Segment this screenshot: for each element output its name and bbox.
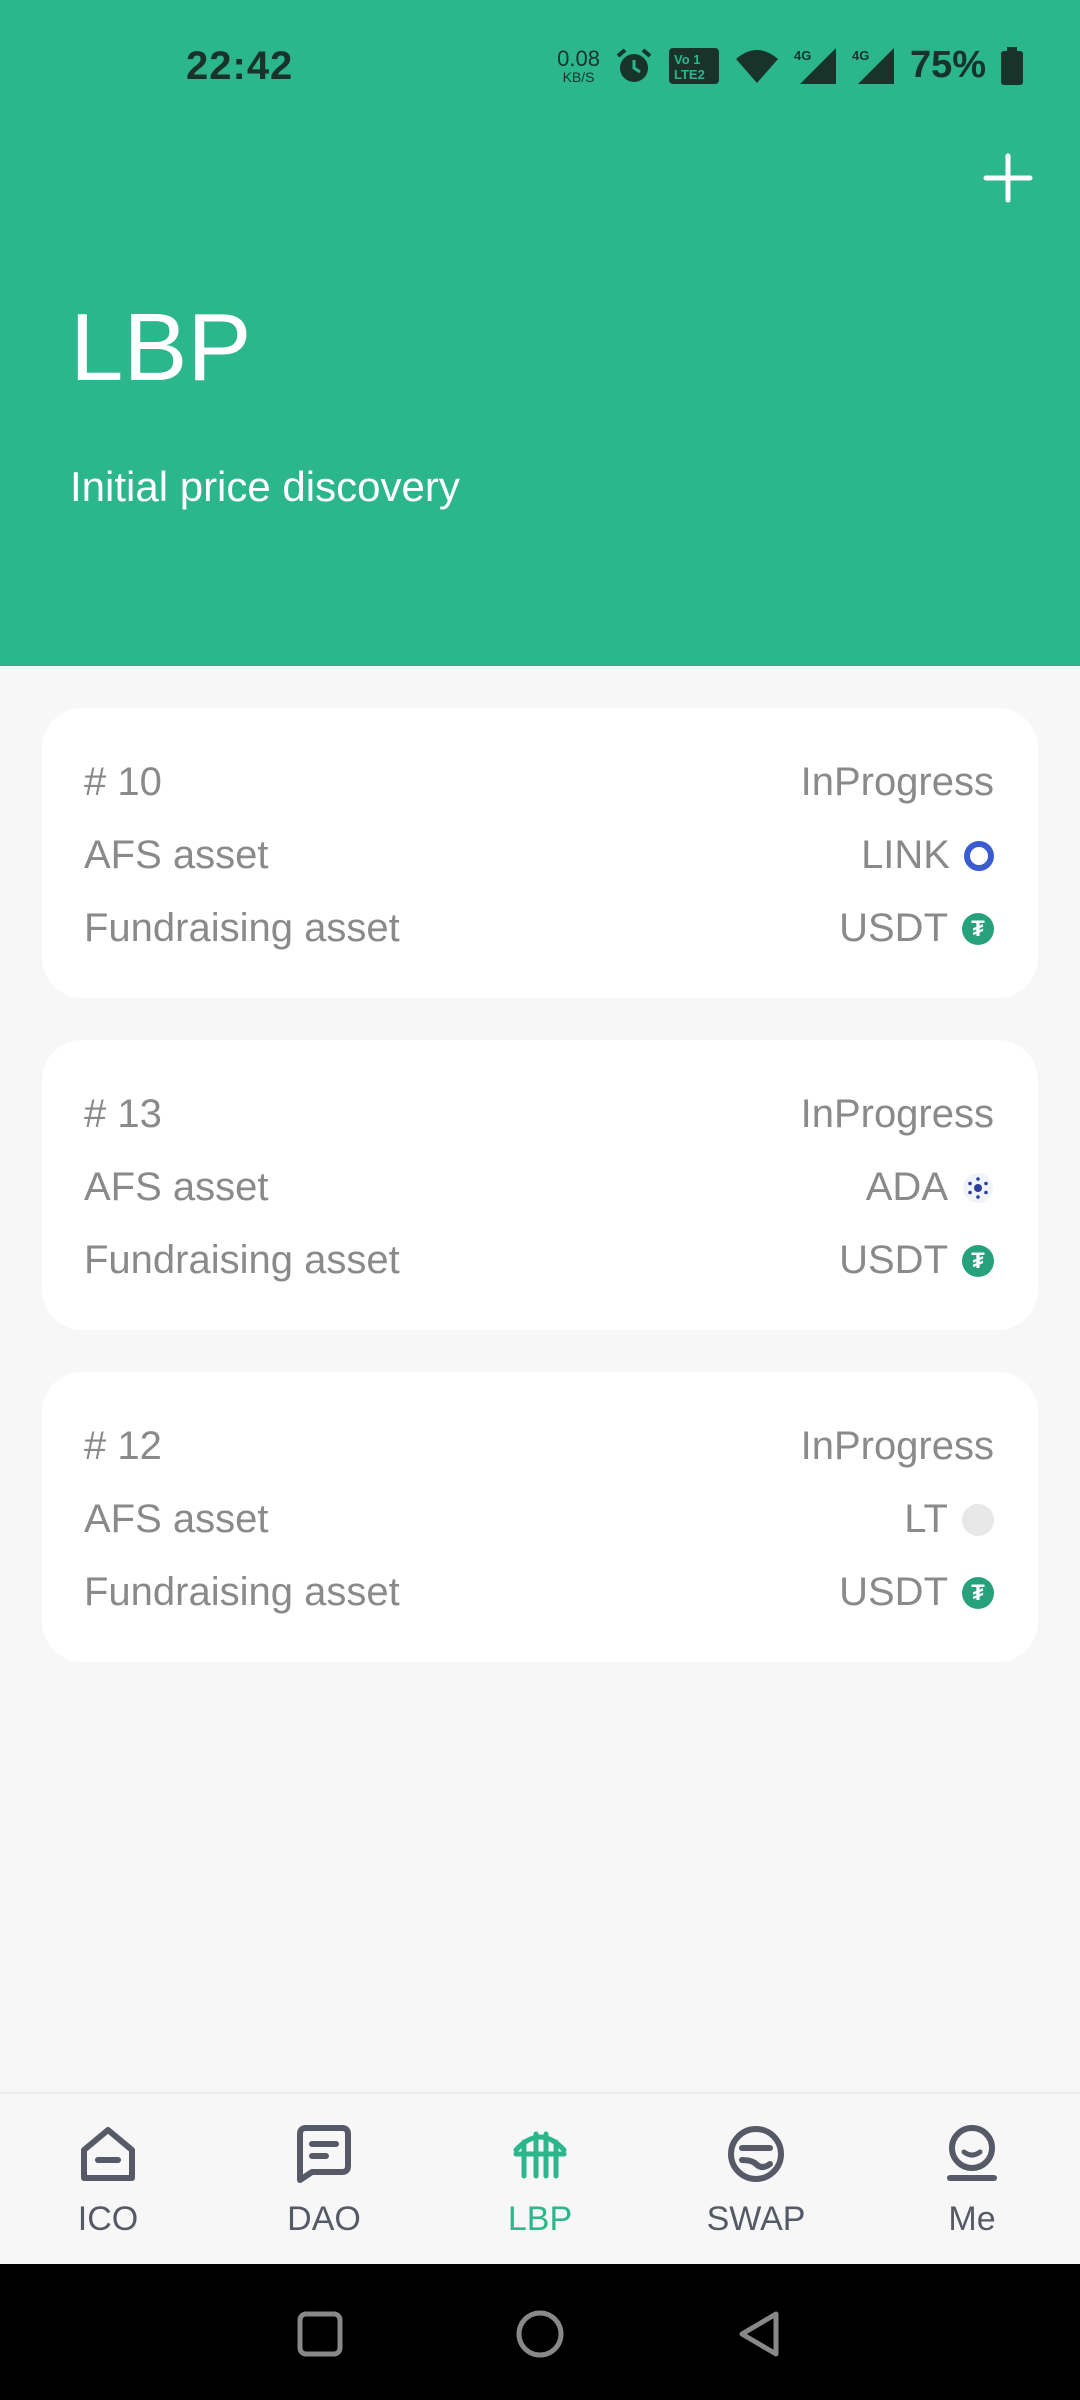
fundraising-asset-row: Fundraising asset USDT ₮ [84, 1224, 994, 1297]
nav-item-me[interactable]: Me [864, 2094, 1080, 2264]
lbp-icon [513, 2131, 567, 2179]
placeholder-coin-icon [962, 1503, 994, 1536]
ico-icon [81, 2127, 135, 2181]
signal-4g-icon: 4G [852, 47, 894, 84]
fundraising-asset-label: Fundraising asset [84, 906, 400, 950]
fundraising-asset-value: USDT ₮ [839, 906, 994, 951]
page-subtitle: Initial price discovery [70, 463, 460, 510]
svg-text:Vo 1: Vo 1 [674, 52, 701, 67]
lbp-id: # 10 [84, 760, 162, 804]
alarm-icon [616, 47, 652, 82]
system-navigation-bar [0, 2264, 1080, 2400]
svg-text:LTE2: LTE2 [674, 67, 705, 82]
lbp-id: # 12 [84, 1424, 162, 1468]
card-header-row: # 12 InProgress [84, 1410, 994, 1483]
nav-item-lbp[interactable]: LBP [432, 2094, 648, 2264]
lbp-card[interactable]: # 10 InProgress AFS asset LINK Fundraisi… [42, 708, 1038, 998]
afs-asset-value: LT [904, 1497, 994, 1542]
nav-label: SWAP [706, 2200, 806, 2238]
nav-label: DAO [287, 2200, 361, 2238]
lbp-card[interactable]: # 12 InProgress AFS asset LT Fundraising… [42, 1372, 1038, 1662]
battery-percent: 75% [909, 44, 986, 86]
card-header-row: # 10 InProgress [84, 746, 994, 819]
fundraising-asset-symbol: USDT [839, 1570, 948, 1614]
nav-item-dao[interactable]: DAO [216, 2094, 432, 2264]
me-icon [947, 2125, 997, 2181]
network-speed-unit: KB/S [562, 68, 595, 85]
afs-asset-row: AFS asset LINK [84, 819, 994, 892]
status-label: InProgress [800, 1092, 994, 1136]
afs-asset-symbol: LINK [861, 833, 950, 877]
fundraising-asset-value: USDT ₮ [839, 1238, 994, 1283]
recent-apps-icon[interactable] [292, 2306, 348, 2362]
nav-label: ICO [77, 2200, 139, 2238]
nav-item-ico[interactable]: ICO [0, 2094, 216, 2264]
fundraising-asset-label: Fundraising asset [84, 1238, 400, 1282]
dao-icon [297, 2125, 351, 2183]
add-button[interactable] [980, 150, 1036, 206]
header: 22:42 0.08 KB/S Vo 1 LTE2 4G 4G 75% LBP … [0, 0, 1080, 666]
afs-asset-label: AFS asset [84, 1165, 269, 1209]
network-speed-value: 0.08 [557, 45, 600, 71]
lbp-id: # 13 [84, 1092, 162, 1136]
nav-label: LBP [507, 2200, 573, 2238]
usdt-coin-icon: ₮ [962, 912, 994, 945]
afs-asset-symbol: LT [904, 1497, 948, 1541]
afs-asset-value: ADA [866, 1165, 994, 1210]
fundraising-asset-row: Fundraising asset USDT ₮ [84, 892, 994, 965]
ada-coin-icon [962, 1171, 994, 1204]
network-speed: 0.08 KB/S [557, 45, 600, 85]
fundraising-asset-symbol: USDT [839, 1238, 948, 1282]
swap-icon [728, 2126, 784, 2182]
nav-label: Me [948, 2200, 996, 2238]
lbp-card[interactable]: # 13 InProgress AFS asset ADA Fundraisin… [42, 1040, 1038, 1330]
afs-asset-symbol: ADA [865, 1165, 948, 1209]
page-title: LBP [70, 294, 252, 401]
card-header-row: # 13 InProgress [84, 1078, 994, 1151]
signal-4g-icon: 4G [794, 47, 836, 84]
usdt-coin-icon: ₮ [962, 1244, 994, 1277]
status-bar: 22:42 0.08 KB/S Vo 1 LTE2 4G 4G 75% [0, 0, 1080, 136]
nav-item-swap[interactable]: SWAP [648, 2094, 864, 2264]
afs-asset-label: AFS asset [84, 833, 269, 877]
svg-text:4G: 4G [852, 48, 869, 63]
battery-icon [1001, 46, 1023, 85]
back-icon[interactable] [732, 2306, 788, 2362]
link-coin-icon [964, 840, 994, 871]
afs-asset-row: AFS asset ADA [84, 1151, 994, 1224]
fundraising-asset-row: Fundraising asset USDT ₮ [84, 1556, 994, 1629]
status-time: 22:42 [186, 44, 294, 88]
afs-asset-value: LINK [861, 833, 994, 878]
fundraising-asset-label: Fundraising asset [84, 1570, 400, 1614]
svg-text:4G: 4G [794, 48, 811, 63]
status-icons: 0.08 KB/S Vo 1 LTE2 4G 4G 75% [557, 44, 1024, 87]
usdt-coin-icon: ₮ [962, 1576, 994, 1609]
status-label: InProgress [800, 1424, 994, 1468]
lbp-list: # 10 InProgress AFS asset LINK Fundraisi… [42, 708, 1038, 1704]
status-label: InProgress [800, 760, 994, 804]
fundraising-asset-symbol: USDT [839, 906, 948, 950]
home-icon[interactable] [512, 2306, 568, 2362]
afs-asset-label: AFS asset [84, 1497, 269, 1541]
wifi-icon [735, 49, 778, 83]
fundraising-asset-value: USDT ₮ [839, 1570, 994, 1615]
afs-asset-row: AFS asset LT [84, 1483, 994, 1556]
volte-icon: Vo 1 LTE2 [668, 47, 719, 84]
bottom-nav: ICO DAO LBP SWAP Me [0, 2092, 1080, 2264]
